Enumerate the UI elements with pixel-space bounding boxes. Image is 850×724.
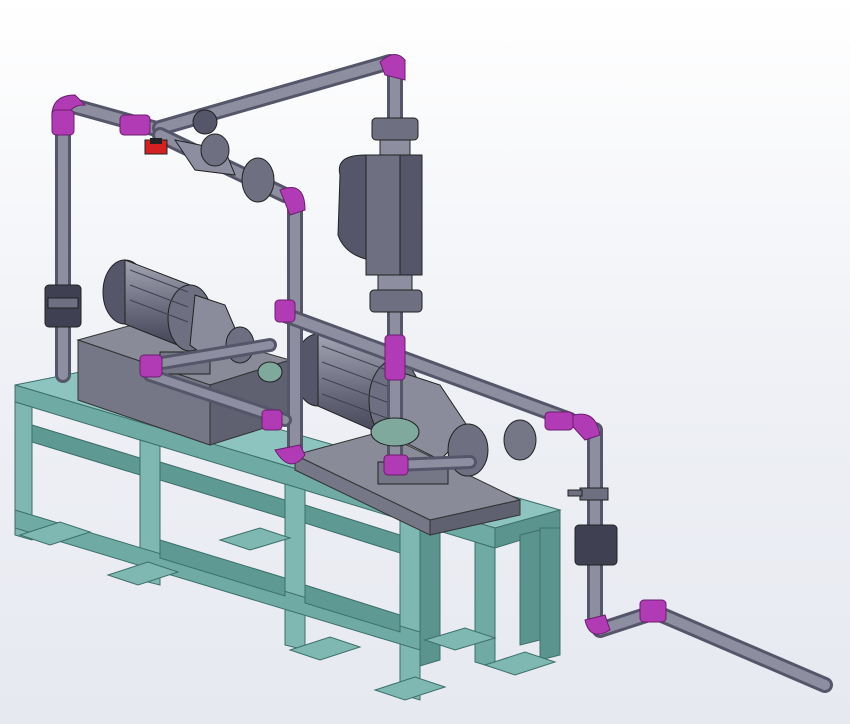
cad-viewport <box>0 0 850 724</box>
shutoff-valve <box>144 138 168 155</box>
check-valve-left <box>44 284 82 328</box>
flow-meter <box>337 117 423 313</box>
check-valve-right <box>567 487 618 566</box>
pump-skid-assembly <box>14 54 833 701</box>
